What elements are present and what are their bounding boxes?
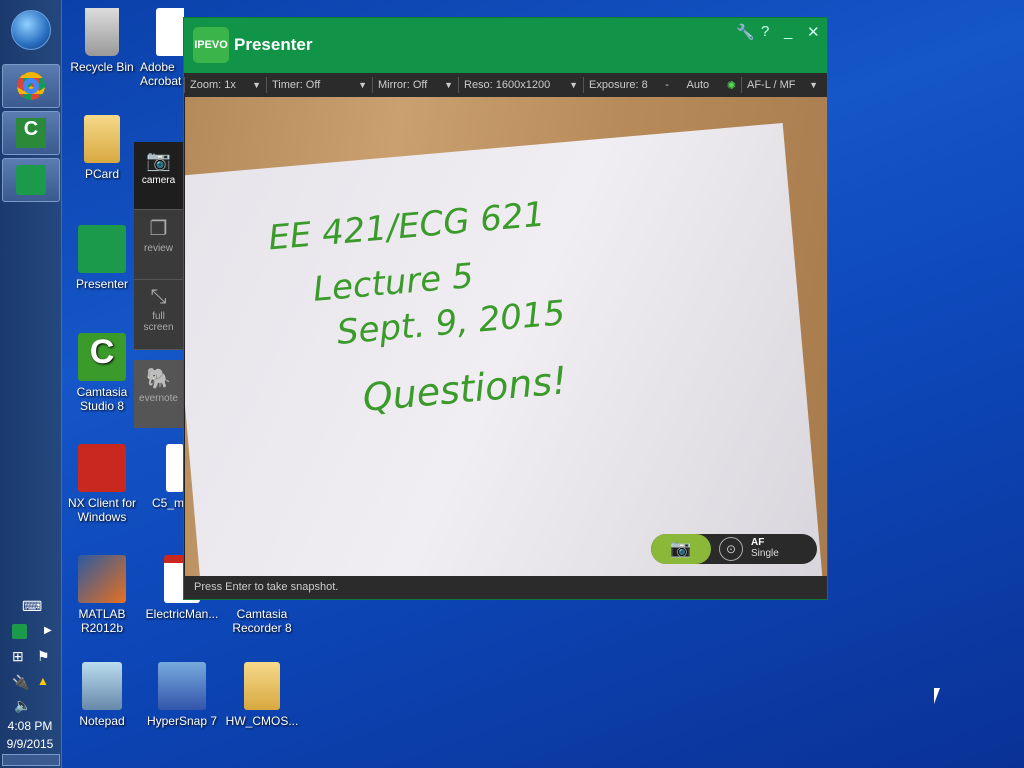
fullscreen-icon: ⤡ xyxy=(150,286,167,308)
zoom-dropdown[interactable]: Zoom: 1x ▼ xyxy=(184,77,266,93)
evernote-icon: 🐘 xyxy=(146,368,171,390)
folder-icon xyxy=(244,662,280,710)
presenter-icon xyxy=(78,225,126,273)
dropdown-arrow-icon: ▼ xyxy=(358,80,367,90)
ipevo-tray-icon[interactable] xyxy=(12,624,27,639)
auto-brightness-icon[interactable]: ✺ xyxy=(727,79,736,92)
recycle-bin-icon xyxy=(85,8,119,56)
desktop-icon-hypersnap[interactable]: HyperSnap 7 xyxy=(142,662,222,728)
show-desktop-button[interactable] xyxy=(2,754,60,766)
resolution-dropdown[interactable]: Reso: 1600x1200 ▼ xyxy=(458,77,583,93)
matlab-icon xyxy=(78,555,126,603)
dropdown-arrow-icon: ▼ xyxy=(809,80,818,90)
dropdown-arrow-icon: ▼ xyxy=(252,80,261,90)
clock-date[interactable]: 9/9/2015 xyxy=(0,737,60,751)
camera-icon: 📷 xyxy=(670,539,692,558)
dropdown-arrow-icon: ▼ xyxy=(569,80,578,90)
snapshot-button[interactable]: 📷 xyxy=(651,534,711,564)
autofocus-icon[interactable]: ⊙ xyxy=(719,537,743,561)
desktop-icon-nx-client[interactable]: NX Client for Windows xyxy=(62,444,142,524)
camera-icon: 📷 xyxy=(146,150,171,172)
snapshot-control: 📷 ⊙ AF Single xyxy=(651,534,817,564)
camtasia-icon: C xyxy=(16,118,46,148)
minimize-button[interactable]: _ xyxy=(784,23,792,40)
side-camera-button[interactable]: 📷 camera xyxy=(134,142,183,210)
exposure-control[interactable]: Exposure: 8- Auto ✺ xyxy=(583,77,741,93)
presenter-window: IPEVO Presenter 🔧 ? _ ✕ Zoom: 1x ▼ Timer:… xyxy=(183,17,828,600)
status-bar: Press Enter to take snapshot. xyxy=(184,576,827,599)
keyboard-icon[interactable]: ⌨ xyxy=(22,598,42,615)
taskbar-camtasia[interactable]: C xyxy=(2,111,60,155)
settings-wrench-icon[interactable]: 🔧 xyxy=(736,23,755,41)
desktop-icon-acrobat[interactable]: Adobe Acrobat xyxy=(140,8,184,88)
focus-dropdown[interactable]: AF-L / MF ▼ xyxy=(741,77,823,93)
start-button[interactable] xyxy=(11,10,51,50)
document-icon xyxy=(166,444,184,492)
chrome-icon xyxy=(17,72,45,100)
desktop-icon-camtasia[interactable]: C Camtasia Studio 8 xyxy=(62,333,142,413)
power-icon[interactable]: 🔌 xyxy=(12,674,29,691)
timer-dropdown[interactable]: Timer: Off ▼ xyxy=(266,77,372,93)
desktop-icon-notepad[interactable]: Notepad xyxy=(62,662,142,728)
desktop-icon-recycle-bin[interactable]: Recycle Bin xyxy=(62,8,142,74)
clock-time[interactable]: 4:08 PM xyxy=(0,719,60,733)
windows-icon[interactable]: ⊞ xyxy=(12,648,24,665)
af-mode[interactable]: Single xyxy=(751,548,779,559)
nx-client-icon xyxy=(78,444,126,492)
desktop-icon-pcard[interactable]: PCard xyxy=(62,115,142,181)
desktop-icon-c5[interactable]: C5_m... xyxy=(140,444,184,510)
exposure-auto-button[interactable]: Auto xyxy=(687,79,710,91)
dropdown-arrow-icon: ▼ xyxy=(444,80,453,90)
window-title: Presenter xyxy=(234,35,313,54)
camtasia-icon: C xyxy=(78,333,126,381)
folder-icon xyxy=(84,115,120,163)
network-warning-icon[interactable]: ▲ xyxy=(37,674,49,688)
action-center-flag-icon[interactable]: ⚑ xyxy=(37,648,50,665)
title-bar[interactable]: IPEVO Presenter 🔧 ? _ ✕ xyxy=(184,18,827,73)
taskbar: C ⌨ ▶ ⊞ ⚑ 🔌 ▲ 🔈 4:08 PM 9/9/2015 xyxy=(0,0,62,768)
acrobat-icon xyxy=(156,8,184,56)
presenter-icon xyxy=(16,165,46,195)
side-evernote-button[interactable]: 🐘 evernote xyxy=(134,360,183,428)
taskbar-presenter[interactable] xyxy=(2,158,60,202)
camera-live-view[interactable]: EE 421/ECG 621 Lecture 5 Sept. 9, 2015 Q… xyxy=(185,97,827,577)
desktop-icon-hw-cmos[interactable]: HW_CMOS... xyxy=(222,662,302,728)
notepad-icon xyxy=(82,662,122,710)
side-fullscreen-button[interactable]: ⤡ full screen xyxy=(134,280,183,350)
af-label[interactable]: AF xyxy=(751,537,764,548)
mouse-cursor xyxy=(934,688,940,704)
side-review-button[interactable]: ❐ review xyxy=(134,210,183,280)
ipevo-logo: IPEVO xyxy=(193,27,229,63)
volume-icon[interactable]: 🔈 xyxy=(14,697,31,714)
desktop-icon-matlab[interactable]: MATLAB R2012b xyxy=(62,555,142,635)
close-button[interactable]: ✕ xyxy=(807,23,820,41)
mirror-dropdown[interactable]: Mirror: Off ▼ xyxy=(372,77,458,93)
taskbar-chrome[interactable] xyxy=(2,64,60,108)
help-button[interactable]: ? xyxy=(761,23,769,40)
review-icon: ❐ xyxy=(149,218,168,240)
toolbar: Zoom: 1x ▼ Timer: Off ▼ Mirror: Off ▼ Reso:… xyxy=(184,73,827,97)
exposure-minus-button[interactable]: - xyxy=(665,79,669,91)
show-hidden-icons[interactable]: ▶ xyxy=(44,625,52,636)
hypersnap-icon xyxy=(158,662,206,710)
desktop-icon-presenter[interactable]: Presenter xyxy=(62,225,142,291)
